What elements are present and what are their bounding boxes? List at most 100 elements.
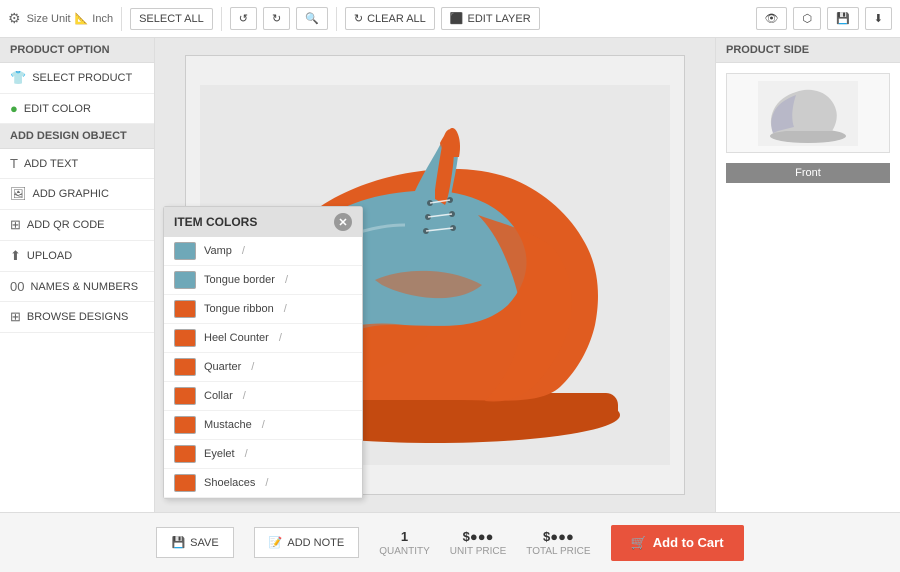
color-item-name: Tongue ribbon [204,303,274,315]
preview-button[interactable]: 👁 [756,7,788,30]
add-qr-item[interactable]: ⊞ ADD QR CODE [0,210,154,241]
add-text-item[interactable]: T ADD TEXT [0,149,154,179]
divider-2 [221,7,222,31]
undo-icon: ↺ [239,12,248,25]
color-item-tongue-border[interactable]: Tongue border / [164,266,362,295]
color-item-vamp[interactable]: Vamp / [164,237,362,266]
edit-layer-button[interactable]: ⬛ EDIT LAYER [441,7,540,30]
item-colors-header: ITEM COLORS ✕ [164,207,362,237]
size-unit-label: Size Unit [27,13,71,25]
total-price-label: TOTAL PRICE [526,546,590,557]
divider-3 [336,7,337,31]
color-item-heel-counter[interactable]: Heel Counter / [164,324,362,353]
color-item-mustache[interactable]: Mustache / [164,411,362,440]
redo-button[interactable]: ↻ [263,7,290,30]
browse-label: BROWSE DESIGNS [27,311,128,323]
size-unit-container: Size Unit 📐 Inch [27,12,114,25]
color-item-name: Heel Counter [204,332,269,344]
add-graphic-item[interactable]: 🖼 ADD GRAPHIC [0,179,154,210]
share-button[interactable]: ⬡ [793,7,821,30]
edit-color-label: EDIT COLOR [24,103,91,115]
total-price-value: $●●● [526,529,590,544]
names-numbers-item[interactable]: 00 NAMES & NUMBERS [0,272,154,302]
add-to-cart-label: Add to Cart [653,535,724,550]
note-icon: 📝 [269,536,283,549]
add-design-title: ADD DESIGN OBJECT [0,124,154,149]
color-icon: ● [10,101,18,116]
color-item-shoelaces[interactable]: Shoelaces / [164,469,362,498]
front-label[interactable]: Front [726,163,890,183]
product-option-title: PRODUCT OPTION [0,38,154,63]
right-panel: PRODUCT SIDE Front [715,38,900,512]
toolbar: ⚙ Size Unit 📐 Inch SELECT ALL ↺ ↻ 🔍 ↻ CL… [0,0,900,38]
redo-icon: ↻ [272,12,281,25]
color-swatch [174,387,196,405]
save-cloud-button[interactable]: 💾 [827,7,859,30]
color-item-slash: / [262,419,265,431]
left-panel: PRODUCT OPTION 👕 SELECT PRODUCT ● EDIT C… [0,38,155,512]
add-note-button[interactable]: 📝 ADD NOTE [254,527,360,558]
app-logo-icon: ⚙ [8,10,21,27]
color-item-slash: / [243,390,246,402]
zoom-button[interactable]: 🔍 [296,7,328,30]
save-button[interactable]: 💾 SAVE [156,527,233,558]
product-thumbnail[interactable] [726,73,890,153]
size-unit-value: Inch [92,13,113,25]
quantity-section: 1 QUANTITY [379,529,430,557]
upload-label: UPLOAD [27,250,72,262]
color-item-slash: / [284,303,287,315]
share-icon: ⬡ [802,12,812,25]
canvas-area: ITEM COLORS ✕ Vamp / Tongue border / Ton… [155,38,715,512]
color-swatch [174,358,196,376]
unit-price-value: $●●● [450,529,507,544]
add-note-label: ADD NOTE [287,537,344,549]
add-to-cart-button[interactable]: 🛒 Add to Cart [611,525,744,561]
ruler-icon: 📐 [75,12,89,25]
browse-icon: ⊞ [10,309,21,325]
save-label: SAVE [190,537,219,549]
color-items-list: Vamp / Tongue border / Tongue ribbon / H… [164,237,362,498]
select-product-item[interactable]: 👕 SELECT PRODUCT [0,63,154,94]
unit-price-section: $●●● UNIT PRICE [450,529,507,557]
clear-all-button[interactable]: ↻ CLEAR ALL [345,7,435,30]
color-item-name: Shoelaces [204,477,255,489]
cloud-save-icon: 💾 [836,12,850,25]
color-swatch [174,474,196,492]
undo-button[interactable]: ↺ [230,7,257,30]
shirt-icon: 👕 [10,70,26,86]
save-icon: 💾 [171,536,185,549]
color-item-tongue-ribbon[interactable]: Tongue ribbon / [164,295,362,324]
unit-price-label: UNIT PRICE [450,546,507,557]
clear-all-label: CLEAR ALL [367,13,426,25]
refresh-icon: ↻ [354,12,363,25]
color-item-slash: / [285,274,288,286]
browse-designs-item[interactable]: ⊞ BROWSE DESIGNS [0,302,154,333]
edit-layer-label: EDIT LAYER [467,13,530,25]
item-colors-title: ITEM COLORS [174,215,257,229]
color-swatch [174,300,196,318]
color-item-name: Tongue border [204,274,275,286]
color-item-quarter[interactable]: Quarter / [164,353,362,382]
select-all-button[interactable]: SELECT ALL [130,8,213,30]
color-swatch [174,416,196,434]
color-item-slash: / [265,477,268,489]
graphic-icon: 🖼 [10,186,27,202]
zoom-icon: 🔍 [305,12,319,25]
main-area: PRODUCT OPTION 👕 SELECT PRODUCT ● EDIT C… [0,38,900,512]
download-button[interactable]: ⬇ [865,7,892,30]
color-swatch [174,329,196,347]
quantity-value: 1 [379,529,430,544]
item-colors-close-button[interactable]: ✕ [334,213,352,231]
edit-color-item[interactable]: ● EDIT COLOR [0,94,154,124]
color-item-eyelet[interactable]: Eyelet / [164,440,362,469]
color-item-name: Eyelet [204,448,235,460]
divider-1 [121,7,122,31]
color-item-collar[interactable]: Collar / [164,382,362,411]
bottom-bar: 💾 SAVE 📝 ADD NOTE 1 QUANTITY $●●● UNIT P… [0,512,900,572]
cart-icon: 🛒 [631,535,647,551]
upload-icon: ⬆ [10,248,21,264]
color-item-slash: / [242,245,245,257]
upload-item[interactable]: ⬆ UPLOAD [0,241,154,272]
color-item-name: Collar [204,390,233,402]
color-swatch [174,445,196,463]
